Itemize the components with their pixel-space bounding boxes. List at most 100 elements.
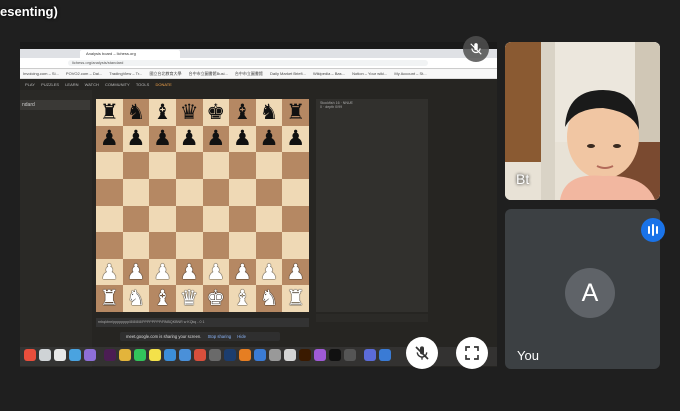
white-rook-icon[interactable]: ♜	[100, 288, 119, 309]
white-king-icon[interactable]: ♚	[206, 288, 225, 309]
app-icon[interactable]	[269, 349, 281, 361]
board-square[interactable]	[255, 205, 283, 233]
black-knight-icon[interactable]: ♞	[260, 101, 279, 123]
board-square[interactable]: ♜	[282, 99, 309, 126]
bookmark[interactable]: Invoicing.com – Si...	[23, 71, 59, 76]
board-square[interactable]: ♟	[175, 258, 203, 286]
apple-tv-icon[interactable]	[329, 349, 341, 361]
white-bishop-icon[interactable]: ♝	[153, 288, 172, 309]
board-square[interactable]: ♜	[96, 99, 123, 126]
board-square[interactable]: ♟	[202, 258, 230, 286]
board-square[interactable]: ♛	[175, 99, 203, 126]
board-square[interactable]: ♝	[229, 99, 256, 126]
premiere-icon[interactable]	[104, 349, 116, 361]
url-field[interactable]: lichess.org/analysis/standard	[68, 60, 428, 66]
browser-tab[interactable]: Analysis board – lichess.org	[80, 50, 180, 58]
photoshop-icon[interactable]	[224, 349, 236, 361]
board-square[interactable]: ♜	[96, 285, 123, 312]
bookmark[interactable]: Wikipedia – Bas...	[313, 71, 345, 76]
notes-icon[interactable]	[149, 349, 161, 361]
board-square[interactable]	[229, 178, 256, 206]
board-square[interactable]: ♞	[122, 285, 150, 312]
board-square[interactable]	[122, 205, 150, 233]
white-pawn-icon[interactable]: ♟	[260, 261, 279, 283]
board-square[interactable]: ♟	[229, 258, 256, 286]
board-square[interactable]: ♝	[229, 285, 256, 312]
white-bishop-icon[interactable]: ♝	[233, 288, 252, 309]
nav-play[interactable]: PLAY	[25, 79, 35, 90]
board-square[interactable]	[229, 205, 256, 233]
chrome-icon[interactable]	[194, 349, 206, 361]
board-square[interactable]	[122, 178, 150, 206]
messages-icon[interactable]	[134, 349, 146, 361]
board-square[interactable]: ♟	[282, 258, 309, 286]
board-square[interactable]: ♟	[122, 258, 150, 286]
calendar-icon[interactable]	[24, 349, 36, 361]
stop-sharing-button[interactable]: Stop sharing	[208, 332, 232, 341]
board-square[interactable]	[282, 205, 309, 233]
board-square[interactable]: ♟	[255, 125, 283, 153]
board-square[interactable]: ♟	[149, 125, 176, 153]
board-square[interactable]	[96, 152, 123, 179]
app-icon[interactable]	[254, 349, 266, 361]
board-square[interactable]	[255, 178, 283, 206]
bookmark[interactable]: My Account – St...	[394, 71, 426, 76]
board-square[interactable]	[282, 232, 309, 259]
zoom-icon[interactable]	[379, 349, 391, 361]
bookmark[interactable]: Daily Market Briefi...	[270, 71, 306, 76]
black-pawn-icon[interactable]: ♟	[180, 128, 199, 149]
board-square[interactable]	[229, 152, 256, 179]
board-square[interactable]: ♞	[255, 285, 283, 312]
board-square[interactable]	[175, 178, 203, 206]
white-pawn-icon[interactable]: ♟	[206, 261, 225, 283]
board-square[interactable]: ♟	[202, 125, 230, 153]
app-icon[interactable]	[54, 349, 66, 361]
settings-icon[interactable]	[209, 349, 221, 361]
board-square[interactable]	[255, 232, 283, 259]
fullscreen-icon[interactable]	[456, 337, 488, 369]
black-rook-icon[interactable]: ♜	[286, 101, 305, 123]
board-square[interactable]	[175, 232, 203, 259]
app-icon[interactable]	[284, 349, 296, 361]
nav-community[interactable]: COMMUNITY	[105, 79, 130, 90]
board-square[interactable]: ♟	[255, 258, 283, 286]
black-pawn-icon[interactable]: ♟	[233, 128, 252, 149]
white-pawn-icon[interactable]: ♟	[127, 261, 146, 283]
hide-button[interactable]: Hide	[237, 332, 246, 341]
black-king-icon[interactable]: ♚	[206, 101, 225, 123]
board-square[interactable]: ♟	[229, 125, 256, 153]
variant-select[interactable]: ndard	[20, 100, 90, 110]
board-square[interactable]	[149, 152, 176, 179]
nav-learn[interactable]: LEARN	[65, 79, 78, 90]
board-square[interactable]: ♝	[149, 285, 176, 312]
white-pawn-icon[interactable]: ♟	[180, 261, 199, 283]
board-square[interactable]	[175, 152, 203, 179]
nav-watch[interactable]: WATCH	[85, 79, 99, 90]
black-bishop-icon[interactable]: ♝	[153, 101, 172, 123]
white-pawn-icon[interactable]: ♟	[286, 261, 305, 283]
analysis-controls[interactable]	[316, 314, 428, 322]
firefox-icon[interactable]	[239, 349, 251, 361]
white-pawn-icon[interactable]: ♟	[100, 261, 119, 283]
podcasts-icon[interactable]	[314, 349, 326, 361]
board-square[interactable]: ♟	[96, 258, 123, 286]
fen-input[interactable]: rnbqkbnr/pppppppp/8/8/8/8/PPPPPPPP/RNBQK…	[96, 318, 309, 327]
board-square[interactable]	[122, 232, 150, 259]
board-square[interactable]	[96, 232, 123, 259]
white-knight-icon[interactable]: ♞	[127, 288, 146, 309]
board-square[interactable]: ♟	[282, 125, 309, 153]
board-square[interactable]	[149, 205, 176, 233]
board-square[interactable]: ♟	[149, 258, 176, 286]
board-square[interactable]: ♚	[202, 285, 230, 312]
bookmark[interactable]: POVO2.com – Dai...	[66, 71, 102, 76]
chrome-icon[interactable]	[119, 349, 131, 361]
black-pawn-icon[interactable]: ♟	[206, 128, 225, 149]
board-square[interactable]	[96, 178, 123, 206]
board-square[interactable]: ♚	[202, 99, 230, 126]
board-square[interactable]: ♞	[255, 99, 283, 126]
app-store-icon[interactable]	[179, 349, 191, 361]
board-square[interactable]: ♜	[282, 285, 309, 312]
board-square[interactable]: ♟	[175, 125, 203, 153]
bookmark[interactable]: 國立台北教育大學	[150, 71, 182, 77]
app-icon[interactable]	[39, 349, 51, 361]
